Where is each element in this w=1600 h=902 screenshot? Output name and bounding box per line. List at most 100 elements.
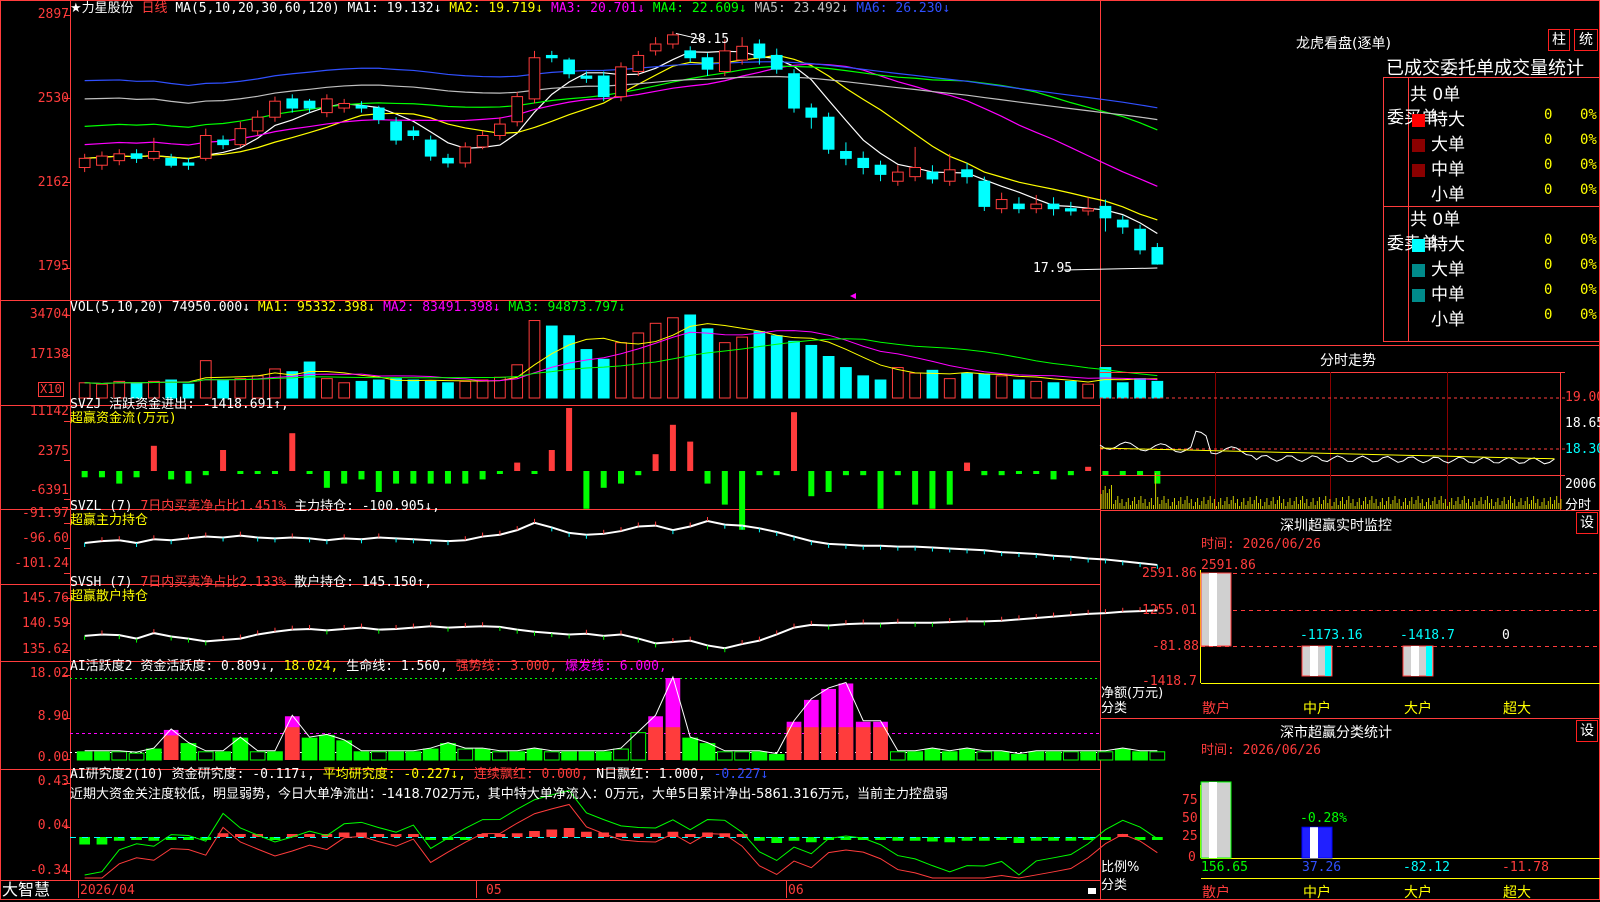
ai-active-bar xyxy=(561,751,577,761)
candle-body xyxy=(718,50,731,72)
volume-bar xyxy=(442,382,454,399)
monitor-settings-button[interactable]: 设 xyxy=(1576,512,1598,534)
vol-unit-badge: X10 xyxy=(38,382,64,397)
volume-bar xyxy=(1151,380,1164,399)
monitor-category: 中户 xyxy=(1303,701,1331,717)
buy-row-pct: 0% xyxy=(1580,107,1597,123)
volume-bar xyxy=(874,379,887,399)
sell-row-pct: 0% xyxy=(1580,257,1597,273)
volume-bar xyxy=(1047,382,1060,399)
sell-row-count: 0 xyxy=(1544,307,1553,323)
ai-active-bar xyxy=(1097,751,1114,761)
ai-active-bar xyxy=(1011,754,1027,761)
svzj-bar xyxy=(946,471,953,505)
classify-y-tick: 75 xyxy=(1182,793,1198,808)
volume-bar xyxy=(528,320,541,399)
classify-bar-label: -82.12 xyxy=(1403,860,1450,875)
classify-settings-button[interactable]: 设 xyxy=(1576,720,1598,742)
candle-body xyxy=(355,105,368,109)
candle-body xyxy=(597,75,610,98)
candle-body xyxy=(995,199,1008,210)
monitor-title: 深圳超赢实时监控 xyxy=(1280,518,1392,534)
svzj-bar xyxy=(410,471,417,484)
volume-bar xyxy=(372,379,385,399)
period-label[interactable]: 日线 xyxy=(141,1,167,16)
ai-research-bar xyxy=(546,829,558,837)
volume-bar xyxy=(649,322,662,399)
svzj-value: 活跃资金进出: -1418.691↑, xyxy=(109,397,289,412)
vol-ma3: MA3: 94873.797↓ xyxy=(508,300,626,315)
svzj-bar xyxy=(323,471,330,488)
svzj-bar xyxy=(150,445,157,471)
ai-active-bar xyxy=(595,751,612,761)
candle-body xyxy=(338,102,351,109)
svzj-bar xyxy=(912,471,919,505)
volume-bar xyxy=(424,380,437,399)
volume-bar xyxy=(234,378,247,399)
ai-active-burst: 爆发线: 6.000, xyxy=(565,659,667,674)
svzj-subtitle: 超赢资金流(万元) xyxy=(70,411,177,426)
ai-research-bar xyxy=(373,834,385,837)
monitor-bar-label: 2591.86 xyxy=(1201,558,1256,573)
volume-bar xyxy=(1134,378,1146,399)
price-tick: 2897 xyxy=(37,7,69,22)
candle-body xyxy=(1082,208,1095,212)
ai-research-tick: 0.04 xyxy=(37,818,69,833)
price-tick: 2162 xyxy=(37,175,69,190)
sell-row-pct: 0% xyxy=(1580,307,1597,323)
classify-y-label: 比例% xyxy=(1101,860,1140,875)
sell-color-swatch xyxy=(1412,314,1425,327)
classify-category: 超大 xyxy=(1503,885,1531,901)
buy-row: 中单 0 0% xyxy=(1412,155,1597,180)
svzj-bar xyxy=(254,471,261,474)
ai-active-bar xyxy=(907,751,923,761)
candle-body xyxy=(667,34,679,45)
classify-bar-annotation: -0.28% xyxy=(1300,811,1347,826)
svzl-header: SVZL (7) 7日内买卖净占比1.451% 主力持仓: -100.905↓, xyxy=(70,500,440,514)
svzj-bar xyxy=(791,412,798,471)
ai-active-bar xyxy=(543,751,560,761)
low-price-marker: 17.95 xyxy=(1033,261,1073,276)
stock-chart-canvas[interactable] xyxy=(0,0,1600,900)
svzl-name: SVZL (7) xyxy=(70,499,133,514)
monitor-y-tick: 2591.86 xyxy=(1142,566,1197,581)
ai-active-bar xyxy=(768,754,785,761)
ai-active-bar xyxy=(1132,751,1148,761)
sell-row-count: 0 xyxy=(1544,257,1553,273)
svzj-bar xyxy=(116,471,123,484)
candle-body xyxy=(909,167,921,178)
volume-bar xyxy=(961,372,973,399)
ai-active-bar-red xyxy=(873,727,888,760)
candle-body xyxy=(961,169,973,178)
volume-bar xyxy=(736,336,748,399)
candle-body xyxy=(78,157,91,169)
classify-y-tick: 25 xyxy=(1182,829,1198,844)
x-date-label: 2026/04 xyxy=(80,883,135,898)
candle-body xyxy=(580,75,593,79)
stat-view-button[interactable]: 统 xyxy=(1574,29,1598,51)
ai-research-bar xyxy=(494,834,506,837)
buy-row-label: 特大 xyxy=(1431,110,1465,130)
monitor-time: 时间: 2026/06/26 xyxy=(1201,537,1321,552)
sell-row-pct: 0% xyxy=(1580,282,1597,298)
ai-research-bar xyxy=(235,834,246,837)
svzj-tick: 11142 xyxy=(29,404,69,419)
svsh-hold: 散户持仓: 145.150↑, xyxy=(294,575,433,590)
ai-research-value: 资金研究度: -0.117↓, xyxy=(171,767,315,782)
ai-research-bar xyxy=(338,832,350,837)
sell-row: 特大 0 0% xyxy=(1412,230,1597,255)
classify-title: 深市超赢分类统计 xyxy=(1280,725,1392,741)
ai-active-bar xyxy=(716,751,733,761)
ai-research-header: AI研究度2(10) 资金研究度: -0.117↓, 平均研究度: -0.227… xyxy=(70,768,768,782)
ai-research-tick: 0.43 xyxy=(37,774,69,789)
cursor-marker-icon xyxy=(850,293,856,299)
candle-body xyxy=(182,162,195,166)
ai-active-bar xyxy=(1080,751,1096,761)
ai-active-bar xyxy=(111,751,128,761)
price-tick: 1795 xyxy=(37,259,69,274)
svzj-bar xyxy=(168,471,175,480)
column-view-button[interactable]: 柱 xyxy=(1548,29,1570,51)
svzj-bar xyxy=(600,471,607,488)
volume-bar xyxy=(147,380,160,399)
x-date-label: 05 xyxy=(486,883,502,898)
